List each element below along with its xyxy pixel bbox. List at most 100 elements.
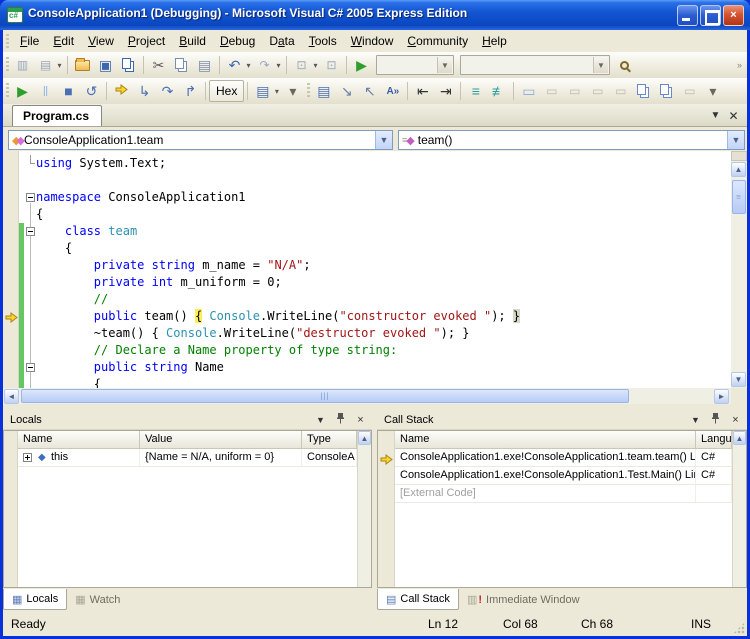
undo-icon[interactable]: ↶ — [223, 54, 246, 76]
locals-cell-value[interactable]: {Name = N/A, uniform = 0} — [140, 449, 302, 467]
chevron-down-icon[interactable]: ▼ — [727, 131, 744, 149]
decrease-indent-icon[interactable]: ⇤ — [411, 80, 434, 102]
menu-debug[interactable]: Debug — [213, 32, 262, 50]
locals-col-type[interactable]: Type — [302, 431, 357, 449]
paste-icon[interactable]: ▤ — [193, 54, 216, 76]
menu-edit[interactable]: Edit — [46, 32, 81, 50]
step-out-icon[interactable]: ↱ — [179, 80, 202, 102]
menu-tools[interactable]: Tools — [302, 32, 344, 50]
previous-bookmark-in-document-icon[interactable] — [632, 80, 655, 102]
breakpoints-window-icon[interactable]: ▤ — [251, 80, 274, 102]
display-quick-info-icon[interactable]: A» — [381, 80, 404, 102]
hex-button[interactable]: Hex — [209, 80, 244, 102]
callstack-cell-language[interactable] — [696, 485, 732, 503]
chevron-down-icon[interactable]: ▼ — [375, 131, 392, 149]
code-line[interactable]: namespace ConsoleApplication1 — [3, 189, 731, 206]
call-stack-grid[interactable]: Name Language ▲ ConsoleApplication1.exe!… — [377, 430, 747, 588]
toolbar-overflow-icon[interactable]: » — [737, 60, 741, 70]
resize-grip[interactable] — [733, 622, 745, 634]
tab-watch[interactable]: ▦Watch — [67, 589, 128, 610]
pause-icon[interactable]: ‖ — [34, 80, 57, 102]
code-line[interactable]: private int m_uniform = 0; — [3, 274, 731, 291]
code-line[interactable]: { — [3, 206, 731, 223]
close-icon[interactable]: × — [728, 413, 743, 427]
chevron-down-icon[interactable]: ▼ — [437, 57, 452, 73]
toggle-bookmark-icon[interactable]: ▭ — [517, 80, 540, 102]
types-dropdown[interactable]: ◆◆ ConsoleApplication1.team ▼ — [8, 130, 393, 150]
cut-icon[interactable]: ✂ — [147, 54, 170, 76]
continue-icon[interactable]: ▶ — [11, 80, 34, 102]
callstack-cell-language[interactable]: C# — [696, 467, 732, 485]
display-object-member-list-icon[interactable]: ▤ — [312, 80, 335, 102]
step-over-icon[interactable]: ↷ — [156, 80, 179, 102]
save-icon[interactable]: ▣ — [94, 54, 117, 76]
step-into-icon[interactable]: ↳ — [133, 80, 156, 102]
comment-icon[interactable]: ≡ — [464, 80, 487, 102]
callstack-col-name[interactable]: Name — [395, 431, 696, 449]
editor-splitter-handle[interactable] — [731, 151, 747, 161]
find-combo[interactable]: ▼ — [460, 55, 610, 75]
code-line[interactable]: // Declare a Name property of type strin… — [3, 342, 731, 359]
scroll-up-icon[interactable]: ▲ — [733, 431, 746, 445]
code-line[interactable]: private string m_name = "N/A"; — [3, 257, 731, 274]
save-all-icon[interactable] — [117, 54, 140, 76]
horizontal-scrollbar-thumb[interactable]: ||| — [21, 389, 629, 403]
auto-hide-pin-icon[interactable] — [708, 413, 723, 427]
locals-title-bar[interactable]: Locals ▼ × — [3, 410, 372, 430]
menu-data[interactable]: Data — [262, 32, 301, 50]
code-line[interactable]: // — [3, 291, 731, 308]
tab-immediate-window[interactable]: ▥!Immediate Window — [459, 589, 588, 610]
menu-project[interactable]: Project — [121, 32, 172, 50]
code-line[interactable] — [3, 172, 731, 189]
callstack-cell-language[interactable]: C# — [696, 449, 732, 467]
locals-grid[interactable]: Name Value Type ▲ ◆this{Name = N/A, unif… — [3, 430, 372, 588]
call-stack-title-bar[interactable]: Call Stack ▼ × — [377, 410, 747, 430]
start-debugging-icon[interactable]: ▶ — [350, 54, 373, 76]
auto-hide-pin-icon[interactable] — [333, 413, 348, 427]
copy-icon[interactable] — [170, 54, 193, 76]
callstack-cell-name[interactable]: [External Code] — [395, 485, 696, 503]
code-line[interactable]: public team() { Console.WriteLine("const… — [3, 308, 731, 325]
show-next-statement-icon[interactable] — [110, 80, 133, 102]
scroll-up-icon[interactable]: ▲ — [358, 431, 371, 445]
maximize-button[interactable] — [700, 5, 721, 26]
collapse-region-icon[interactable] — [26, 227, 35, 236]
increase-indent-icon[interactable]: ⇥ — [434, 80, 457, 102]
menu-file[interactable]: File — [13, 32, 46, 50]
locals-col-value[interactable]: Value — [140, 431, 302, 449]
code-line[interactable]: { — [3, 240, 731, 257]
stop-icon[interactable]: ■ — [57, 80, 80, 102]
scroll-up-icon[interactable]: ▲ — [731, 162, 746, 177]
window-position-icon[interactable]: ▼ — [313, 413, 328, 427]
tab-call-stack[interactable]: ▤Call Stack — [377, 589, 459, 610]
locals-col-name[interactable]: Name — [18, 431, 140, 449]
next-bookmark-in-document-icon[interactable] — [655, 80, 678, 102]
menu-view[interactable]: View — [81, 32, 121, 50]
locals-scrollbar[interactable]: ▲ — [357, 431, 371, 587]
collapse-region-icon[interactable] — [26, 363, 35, 372]
uncomment-icon[interactable]: ≢ — [487, 80, 510, 102]
window-position-icon[interactable]: ▼ — [688, 413, 703, 427]
code-line[interactable]: class team — [3, 223, 731, 240]
title-bar[interactable]: c# ConsoleApplication1 (Debugging) - Mic… — [0, 0, 750, 30]
vertical-scrollbar-thumb[interactable]: ≡ — [732, 180, 746, 214]
code-editor[interactable]: using System.Text; namespace ConsoleAppli… — [3, 151, 731, 388]
callstack-cell-name[interactable]: ConsoleApplication1.exe!ConsoleApplicati… — [395, 449, 696, 467]
callstack-scrollbar[interactable]: ▲ — [732, 431, 746, 587]
code-line[interactable]: { — [3, 376, 731, 388]
scroll-down-icon[interactable]: ▼ — [731, 372, 746, 387]
members-dropdown[interactable]: ≡◆ team() ▼ — [398, 130, 745, 150]
menu-community[interactable]: Community — [400, 32, 475, 50]
debug-toolbar-overflow-icon[interactable]: ▾ — [281, 80, 304, 102]
code-line[interactable]: using System.Text; — [3, 155, 731, 172]
callstack-cell-name[interactable]: ConsoleApplication1.exe!ConsoleApplicati… — [395, 467, 696, 485]
close-document-icon[interactable]: ✕ — [726, 109, 741, 123]
minimize-button[interactable] — [677, 5, 698, 26]
display-word-completion-icon[interactable]: ↘ — [335, 80, 358, 102]
open-file-icon[interactable] — [71, 54, 94, 76]
display-parameter-info-icon[interactable]: ↖ — [358, 80, 381, 102]
tab-locals[interactable]: ▦Locals — [3, 589, 67, 610]
close-icon[interactable]: × — [353, 413, 368, 427]
tab-program-cs[interactable]: Program.cs — [12, 105, 102, 126]
solution-configurations-combo[interactable]: ▼ — [376, 55, 454, 75]
